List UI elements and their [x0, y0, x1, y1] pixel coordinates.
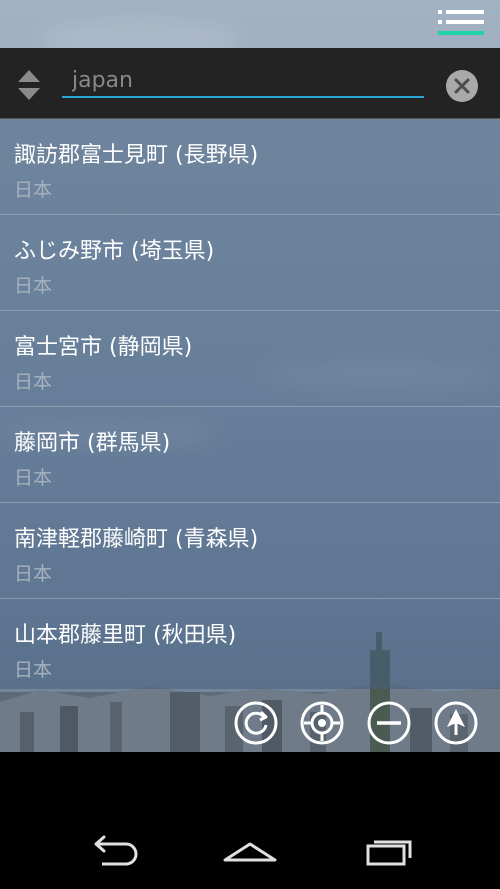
result-item[interactable]: 山本郡藤里町 (秋田県) 日本 — [0, 599, 500, 694]
result-item[interactable]: 藤岡市 (群馬県) 日本 — [0, 407, 500, 503]
result-country: 日本 — [14, 371, 53, 393]
location-search-input[interactable] — [62, 64, 424, 98]
sort-arrows-icon[interactable] — [16, 68, 42, 102]
app-top-bar — [0, 0, 500, 48]
locate-target-icon[interactable] — [300, 701, 344, 745]
result-name: 諏訪郡富士見町 (長野県) — [14, 143, 259, 168]
result-item[interactable]: 富士宮市 (静岡県) 日本 — [0, 311, 500, 407]
result-name: 山本郡藤里町 (秋田県) — [14, 623, 237, 648]
list-menu-icon[interactable] — [438, 8, 486, 40]
home-icon[interactable] — [220, 832, 280, 868]
result-name: 富士宮市 (静岡県) — [14, 335, 193, 360]
result-item[interactable]: 南津軽郡藤崎町 (青森県) 日本 — [0, 503, 500, 599]
result-country: 日本 — [14, 467, 53, 489]
result-item[interactable]: ふじみ野市 (埼玉県) 日本 — [0, 215, 500, 311]
result-country: 日本 — [14, 179, 53, 201]
result-name: 藤岡市 (群馬県) — [14, 431, 171, 456]
result-name: 南津軽郡藤崎町 (青森県) — [14, 527, 259, 552]
result-item[interactable]: 諏訪郡富士見町 (長野県) 日本 — [0, 119, 500, 215]
result-country: 日本 — [14, 275, 53, 297]
search-bar — [0, 48, 500, 119]
refresh-icon[interactable] — [234, 701, 278, 745]
search-results-list: 諏訪郡富士見町 (長野県) 日本 ふじみ野市 (埼玉県) 日本 富士宮市 (静岡… — [0, 119, 500, 689]
result-country: 日本 — [14, 659, 53, 681]
system-nav-bar — [0, 752, 500, 889]
recent-apps-icon[interactable] — [360, 832, 420, 868]
remove-minus-icon[interactable] — [367, 701, 411, 745]
back-icon[interactable] — [82, 832, 142, 868]
result-country: 日本 — [14, 563, 53, 585]
clear-circle-icon[interactable] — [446, 70, 478, 102]
result-name: ふじみ野市 (埼玉県) — [14, 239, 215, 264]
navigate-arrow-icon[interactable] — [434, 701, 478, 745]
